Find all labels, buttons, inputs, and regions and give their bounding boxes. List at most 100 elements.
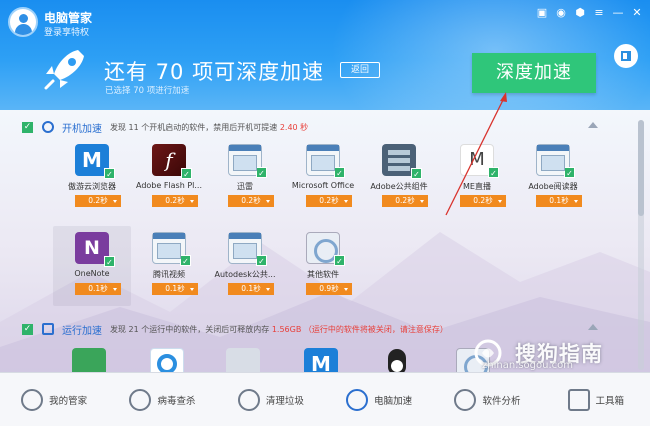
nav-label: 清理垃圾 [265, 395, 304, 407]
startup-section-desc: 发现 11 个开机启动的软件，禁用后开机可提速 2.40 秒 [110, 122, 309, 132]
selected-check-icon[interactable]: ✓ [256, 167, 267, 178]
skin-shirt-icon[interactable]: ⬢ [573, 6, 587, 20]
app-name: 迅雷 [237, 182, 253, 191]
startup-app-item[interactable]: ✓ OneNote 0.1秒 [53, 226, 131, 306]
header-banner: 电脑管家 登录享特权 ▣ ◉ ⬢ ≡ — ✕ 还有 70 项可深度加速 返回 已… [0, 0, 650, 110]
startup-app-item[interactable]: ✓ 腾讯视频 0.1秒 [130, 226, 208, 306]
startup-collapse-icon[interactable] [588, 122, 598, 128]
selected-check-icon[interactable]: ✓ [180, 255, 191, 266]
nav-item-toolbox[interactable]: 工具箱 [542, 373, 650, 426]
nav-label: 软件分析 [482, 395, 521, 407]
app-name: Adobe阅读器 [528, 182, 578, 191]
app-name: OneNote [74, 269, 110, 278]
boot-time-dropdown[interactable]: 0.2秒 [382, 195, 428, 207]
app-name: ME直播 [463, 182, 491, 191]
startup-app-item[interactable]: ✓ Autodesk公共... 0.1秒 [206, 226, 284, 306]
generic-app-icon [226, 348, 260, 372]
boot-time-dropdown[interactable]: 0.2秒 [228, 195, 274, 207]
boot-time-dropdown[interactable]: 0.1秒 [228, 283, 274, 295]
nav-item-cleanup[interactable]: 清理垃圾 [217, 373, 325, 426]
running-select-all-checkbox[interactable]: ✓ [22, 323, 33, 335]
flash-icon: ✓ [152, 144, 192, 179]
nav-label: 工具箱 [595, 395, 625, 407]
window-icon: ✓ [536, 144, 575, 178]
selection-note: 已选择 70 项进行加速 [105, 86, 190, 96]
running-app[interactable] [50, 342, 128, 372]
close-icon[interactable]: ✕ [630, 6, 644, 20]
running-collapse-icon[interactable] [588, 324, 598, 330]
boot-time-dropdown[interactable]: 0.1秒 [152, 283, 198, 295]
window-icon: ✓ [228, 144, 267, 178]
deep-accelerate-button[interactable]: 深度加速 [472, 53, 596, 93]
startup-select-all-checkbox[interactable]: ✓ [22, 121, 33, 133]
notification-icon[interactable]: ▣ [535, 6, 549, 20]
shield-icon[interactable]: ◉ [554, 6, 568, 20]
selected-check-icon[interactable]: ✓ [334, 255, 345, 266]
back-button[interactable]: 返回 [340, 62, 380, 78]
scrollbar[interactable] [638, 120, 644, 370]
startup-app-item[interactable]: ✓ Adobe Flash Pl... 0.2秒 [130, 138, 208, 218]
selected-check-icon[interactable]: ✓ [334, 167, 345, 178]
toolbox-icon [567, 388, 590, 411]
me-live-icon: ✓ [460, 144, 499, 178]
selected-check-icon[interactable]: ✓ [488, 167, 499, 178]
running-section-header: ✓ 运行加速 发现 21 个运行中的软件，关闭后可释放内存 1.56GB （运行… [22, 320, 448, 338]
app-name: Adobe Flash Pl... [135, 181, 203, 190]
startup-app-item[interactable]: ✓ Adobe公共组件 0.2秒 [360, 138, 438, 218]
running-section-desc: 发现 21 个运行中的软件，关闭后可释放内存 1.56GB （运行中的软件将被关… [110, 324, 448, 334]
app-name: Autodesk公共... [214, 270, 276, 279]
power-icon [42, 121, 54, 133]
startup-section-title: 开机加速 [62, 123, 102, 135]
startup-app-item[interactable]: ✓ Microsoft Office 0.2秒 [284, 138, 362, 218]
cleanup-icon [237, 388, 260, 411]
boot-time-dropdown[interactable]: 0.1秒 [536, 195, 582, 207]
nav-item-shield-user[interactable]: 我的管家 [0, 373, 108, 426]
nav-label: 病毒查杀 [157, 395, 196, 407]
selected-check-icon[interactable]: ✓ [181, 168, 192, 179]
boot-time-dropdown[interactable]: 0.9秒 [306, 283, 352, 295]
nav-item-rocket[interactable]: 电脑加速 [325, 373, 433, 426]
nav-item-virus-scan[interactable]: 病毒查杀 [108, 373, 216, 426]
startup-app-item[interactable]: ✓ Adobe阅读器 0.1秒 [514, 138, 592, 218]
avatar[interactable] [8, 7, 38, 37]
accelerate-list: ✓ 开机加速 发现 11 个开机启动的软件，禁用后开机可提速 2.40 秒 ✓ 傲… [0, 110, 650, 372]
startup-app-item[interactable]: ✓ 其他软件 0.9秒 [284, 226, 362, 306]
disc-icon: ✓ [306, 232, 345, 266]
selected-check-icon[interactable]: ✓ [564, 167, 575, 178]
startup-app-item[interactable]: ✓ 迅雷 0.2秒 [206, 138, 284, 218]
minimize-icon[interactable]: — [611, 6, 625, 20]
running-app[interactable] [358, 342, 436, 372]
qq-penguin-icon [380, 348, 414, 372]
rocket-icon [44, 50, 84, 90]
running-app[interactable] [204, 342, 282, 372]
app-name: Adobe公共组件 [370, 182, 428, 191]
selected-check-icon[interactable]: ✓ [104, 168, 115, 179]
scroll-thumb[interactable] [638, 120, 644, 216]
boot-time-dropdown[interactable]: 0.2秒 [460, 195, 506, 207]
boot-time-dropdown[interactable]: 0.1秒 [75, 283, 121, 295]
boot-time-dropdown[interactable]: 0.2秒 [152, 195, 198, 207]
window-icon: ✓ [228, 232, 267, 266]
browser-app-icon [150, 348, 184, 372]
bottom-nav-bar: 我的管家 病毒查杀 清理垃圾 电脑加速 软件分析 工具箱 [0, 372, 650, 426]
running-app[interactable] [282, 342, 360, 372]
software-analysis-icon [454, 388, 477, 411]
layout-switch-button[interactable] [614, 44, 638, 68]
maxthon-icon: ✓ [75, 144, 115, 179]
selected-check-icon[interactable]: ✓ [411, 168, 422, 179]
menu-icon[interactable]: ≡ [592, 6, 606, 20]
nav-label: 我的管家 [49, 395, 88, 407]
startup-app-item[interactable]: ✓ 傲游云浏览器 0.2秒 [53, 138, 131, 218]
boot-time-dropdown[interactable]: 0.2秒 [306, 195, 352, 207]
nav-item-software-analysis[interactable]: 软件分析 [433, 373, 541, 426]
watermark-url: zhinan.sogou.com [482, 360, 574, 371]
selected-check-icon[interactable]: ✓ [104, 256, 115, 267]
window-icon: ✓ [306, 144, 345, 178]
maxthon-icon [304, 348, 338, 372]
selected-check-icon[interactable]: ✓ [256, 255, 267, 266]
login-link[interactable]: 登录享特权 [44, 25, 89, 38]
running-app[interactable] [128, 342, 206, 372]
page-headline: 还有 70 项可深度加速 [104, 60, 325, 84]
boot-time-dropdown[interactable]: 0.2秒 [75, 195, 121, 207]
startup-app-item[interactable]: ✓ ME直播 0.2秒 [438, 138, 516, 218]
